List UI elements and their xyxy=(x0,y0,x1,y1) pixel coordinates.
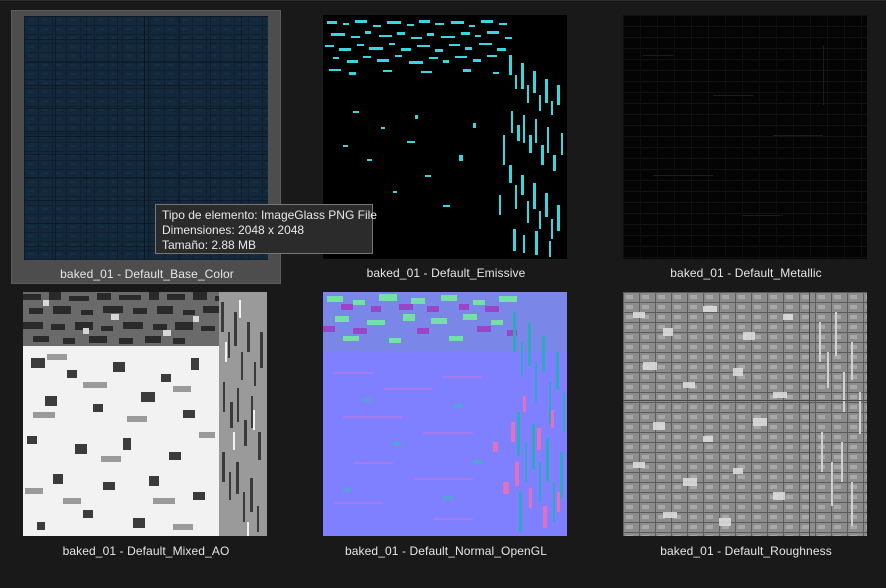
file-grid: baked_01 - Default_Base_Color baked_01 -… xyxy=(0,0,886,588)
normal-texture xyxy=(323,292,567,536)
file-name-normal[interactable]: baked_01 - Default_Normal_OpenGL xyxy=(311,544,581,558)
file-tile-mixed-ao[interactable]: baked_01 - Default_Mixed_AO xyxy=(11,288,281,562)
file-name-roughness[interactable]: baked_01 - Default_Roughness xyxy=(611,544,881,558)
thumbnail-normal[interactable] xyxy=(323,292,567,536)
file-name-mixed-ao[interactable]: baked_01 - Default_Mixed_AO xyxy=(11,544,281,558)
tooltip-size-line: Tamaño: 2.88 MB xyxy=(162,238,257,252)
tooltip-type-line: Tipo de elemento: ImageGlass PNG File xyxy=(162,208,377,222)
file-name-emissive[interactable]: baked_01 - Default_Emissive xyxy=(311,266,581,280)
thumbnail-roughness[interactable] xyxy=(623,292,867,536)
file-info-tooltip: Tipo de elemento: ImageGlass PNG File Di… xyxy=(155,204,377,254)
file-tile-metallic[interactable]: baked_01 - Default_Metallic xyxy=(611,10,881,284)
file-tile-roughness[interactable]: baked_01 - Default_Roughness xyxy=(611,288,881,562)
thumbnail-metallic[interactable] xyxy=(623,15,867,259)
tooltip-dimensions-line: Dimensiones: 2048 x 2048 xyxy=(162,223,305,237)
mixed-ao-texture xyxy=(23,292,267,536)
file-name-base-color[interactable]: baked_01 - Default_Base_Color xyxy=(12,267,282,281)
file-tile-normal[interactable]: baked_01 - Default_Normal_OpenGL xyxy=(311,288,581,562)
roughness-texture xyxy=(623,292,867,536)
metallic-texture xyxy=(623,15,867,259)
file-name-metallic[interactable]: baked_01 - Default_Metallic xyxy=(611,266,881,280)
thumbnail-mixed-ao[interactable] xyxy=(23,292,267,536)
